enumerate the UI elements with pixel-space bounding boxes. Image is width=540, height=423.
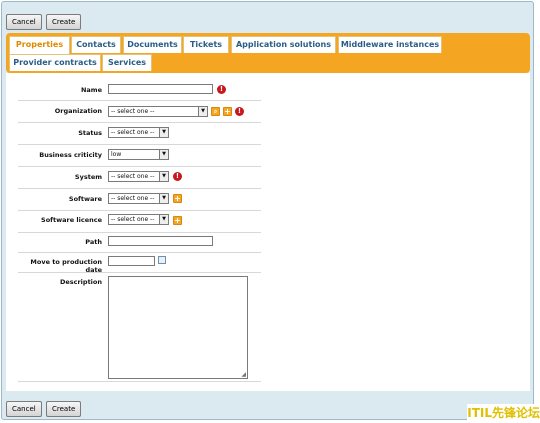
software-select[interactable]: -- select one -- ▼ bbox=[108, 193, 169, 204]
exclamation-icon: ! bbox=[235, 107, 244, 116]
tab-application-solutions[interactable]: Application solutions bbox=[231, 36, 336, 53]
status-select[interactable]: -- select one -- ▼ bbox=[108, 127, 169, 138]
plus-icon[interactable]: + bbox=[223, 107, 232, 116]
row-path: Path bbox=[18, 232, 261, 253]
business-criticity-select[interactable]: low ▼ bbox=[108, 149, 169, 160]
chevron-down-icon: ▼ bbox=[159, 150, 168, 159]
name-input[interactable] bbox=[108, 84, 213, 94]
chevron-down-icon: ▼ bbox=[159, 128, 168, 137]
description-textarea[interactable]: ◢ bbox=[108, 276, 248, 379]
system-label: System bbox=[74, 173, 102, 181]
exclamation-icon: ! bbox=[217, 85, 226, 94]
move-to-production-date-input[interactable] bbox=[108, 256, 155, 266]
tab-documents[interactable]: Documents bbox=[123, 36, 182, 53]
chevron-down-icon: ▼ bbox=[198, 107, 207, 116]
row-system: System -- select one -- ▼ ! bbox=[18, 166, 261, 189]
resize-grip-icon[interactable]: ◢ bbox=[241, 371, 246, 378]
status-value: -- select one -- bbox=[111, 129, 155, 136]
description-label: Description bbox=[59, 278, 102, 286]
tab-provider-contracts[interactable]: Provider contracts bbox=[9, 54, 101, 71]
calendar-icon[interactable] bbox=[158, 256, 166, 264]
create-button-top[interactable]: Create bbox=[46, 14, 82, 30]
system-value: -- select one -- bbox=[111, 173, 155, 180]
row-status: Status -- select one -- ▼ bbox=[18, 122, 261, 145]
tab-services[interactable]: Services bbox=[102, 54, 152, 71]
tab-tickets[interactable]: Tickets bbox=[183, 36, 229, 53]
organization-select[interactable]: -- select one -- ▼ bbox=[108, 106, 208, 117]
system-select[interactable]: -- select one -- ▼ bbox=[108, 171, 169, 182]
chevron-down-icon: ▼ bbox=[159, 172, 168, 181]
plus-icon[interactable]: + bbox=[173, 216, 182, 225]
row-business-criticity: Business criticity low ▼ bbox=[18, 144, 261, 167]
software-value: -- select one -- bbox=[111, 195, 155, 202]
row-name: Name ! bbox=[18, 78, 261, 101]
status-label: Status bbox=[78, 129, 102, 137]
tab-middleware-instances[interactable]: Middleware instances bbox=[338, 36, 442, 53]
tab-contacts[interactable]: Contacts bbox=[71, 36, 121, 53]
cancel-button-bottom[interactable]: Cancel bbox=[6, 401, 42, 417]
path-input[interactable] bbox=[108, 236, 213, 246]
cancel-button-top[interactable]: Cancel bbox=[6, 14, 42, 30]
chevron-down-icon: ▼ bbox=[159, 194, 168, 203]
row-move-to-production-date: Move to production date bbox=[18, 252, 261, 274]
create-button-bottom[interactable]: Create bbox=[46, 401, 82, 417]
name-label: Name bbox=[80, 86, 102, 94]
organization-value: -- select one -- bbox=[111, 108, 155, 115]
row-software: Software -- select one -- ▼ + bbox=[18, 188, 261, 211]
row-software-licence: Software licence -- select one -- ▼ + bbox=[18, 210, 261, 233]
path-label: Path bbox=[85, 238, 102, 246]
software-licence-label: Software licence bbox=[41, 216, 102, 224]
row-organization: Organization -- select one -- ▼ ⌕ + ! bbox=[18, 100, 261, 123]
plus-icon[interactable]: + bbox=[173, 194, 182, 203]
chevron-down-icon: ▼ bbox=[159, 215, 168, 224]
tab-properties[interactable]: Properties bbox=[9, 36, 70, 55]
software-licence-value: -- select one -- bbox=[111, 216, 155, 223]
software-label: Software bbox=[68, 195, 102, 203]
business-criticity-value: low bbox=[111, 151, 122, 158]
watermark: ITIL先锋论坛 bbox=[467, 404, 540, 421]
magnifier-icon[interactable]: ⌕ bbox=[211, 107, 220, 116]
exclamation-icon: ! bbox=[173, 172, 182, 181]
software-licence-select[interactable]: -- select one -- ▼ bbox=[108, 214, 169, 225]
business-criticity-label: Business criticity bbox=[39, 151, 102, 159]
tab-bar: Properties Contacts Documents Tickets Ap… bbox=[6, 33, 530, 73]
organization-label: Organization bbox=[54, 107, 102, 115]
